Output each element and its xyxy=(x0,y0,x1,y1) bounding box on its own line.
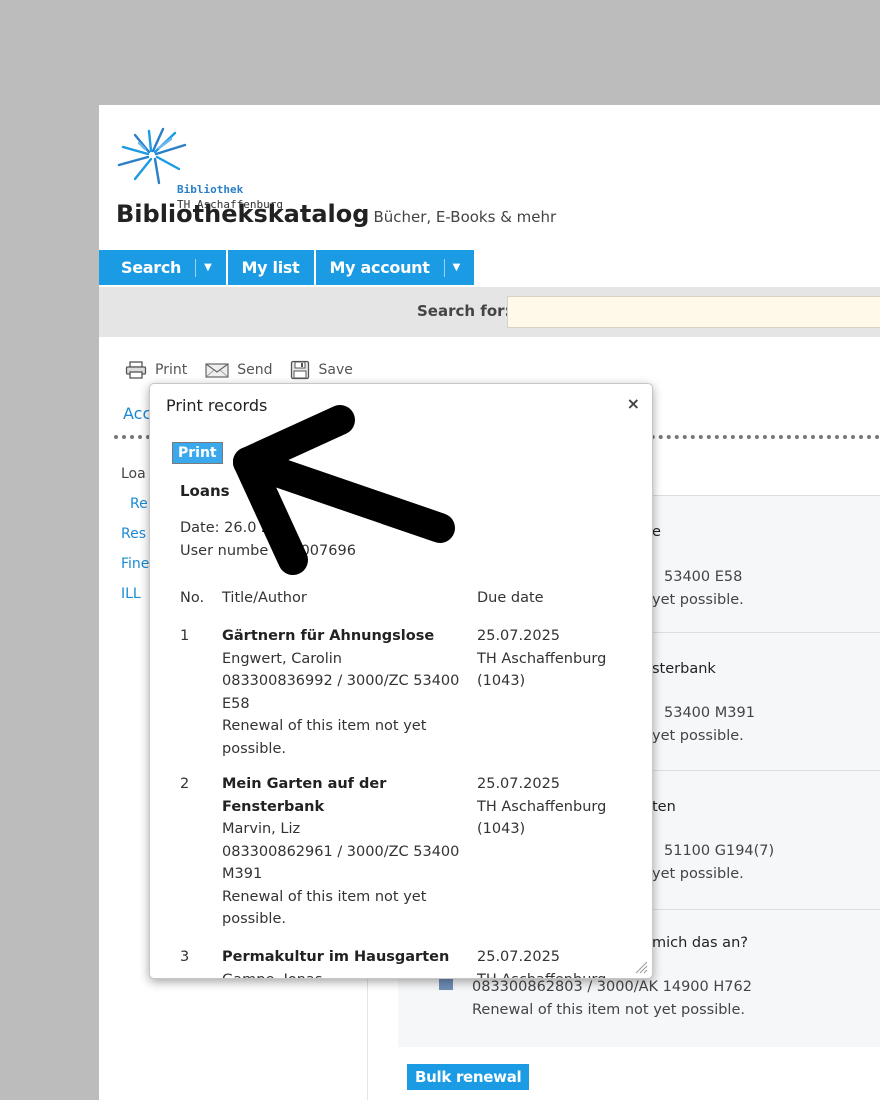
search-input[interactable] xyxy=(507,296,880,328)
site-subtitle: Bücher, E-Books & mehr xyxy=(373,208,557,226)
table-row: Permakultur im Hausgarten Gampe, Jonas xyxy=(222,946,467,979)
record-note: Renewal of this item not yet xyxy=(222,888,427,905)
nav-search-dropdown-icon[interactable]: ▼ xyxy=(195,258,212,277)
due-date: 25.07.2025 xyxy=(477,628,561,644)
user-number: User numbe 330007696 xyxy=(180,543,356,559)
account-tab[interactable]: Acc xyxy=(123,404,151,423)
record-signature-cont: M391 xyxy=(222,866,263,882)
record-author: Engwert, Carolin xyxy=(222,650,342,667)
col-header-due: Due date xyxy=(477,590,544,606)
list-item-signature: 51100 G194(7) xyxy=(664,843,775,859)
nav-my-account-label: My account xyxy=(329,258,430,277)
record-author: Marvin, Liz xyxy=(222,821,301,837)
library-logo[interactable]: Bibliothek TH Aschaffenburg xyxy=(115,125,285,211)
record-title: Gärtnern für Ahnungslose xyxy=(222,628,435,644)
branch: TH Aschaffenburg xyxy=(477,650,607,667)
sidebar-item-renewals[interactable]: Re xyxy=(130,496,148,512)
record-due: 25.07.2025 TH Aschaffenburg (1043) xyxy=(477,625,606,693)
save-action-label: Save xyxy=(318,362,353,378)
record-note-cont: possible. xyxy=(222,740,286,757)
record-author: Gampe, Jonas xyxy=(222,969,467,979)
floppy-disk-icon xyxy=(291,360,310,380)
printer-icon xyxy=(125,361,147,379)
list-item-title[interactable]: mich das an? xyxy=(652,935,748,951)
record-signature-cont: E58 xyxy=(222,695,250,712)
main-nav: Search ▼ My list My account ▼ xyxy=(99,250,476,285)
print-action-label: Print xyxy=(155,362,188,378)
col-header-no: No. xyxy=(180,590,205,606)
loans-heading: Loans xyxy=(180,482,230,500)
branch-code: (1043) xyxy=(477,821,526,837)
site-title: Bibliothekskatalog Bücher, E-Books & mehr xyxy=(116,200,556,228)
record-note: Renewal of this item not yet xyxy=(222,718,427,734)
bulk-renewal-button[interactable]: Bulk renewal xyxy=(407,1064,530,1090)
search-label: Search for: xyxy=(417,302,511,320)
record-toolbar: Print Send Save xyxy=(125,360,371,380)
branch: TH Aschaffenburg xyxy=(477,969,606,979)
row-number: 2 xyxy=(180,776,190,792)
close-icon[interactable]: × xyxy=(627,394,640,413)
list-item-note: Renewal of this item not yet possible. xyxy=(472,1002,745,1018)
table-row: Mein Garten auf der Fensterbank Marvin, … xyxy=(222,773,467,931)
print-records-dialog: Print records × Print Loans Date: 26.0 2… xyxy=(149,383,653,979)
list-item-note: yet possible. xyxy=(652,728,744,744)
branch-code: (1043) xyxy=(477,673,526,689)
resize-grip-icon[interactable] xyxy=(634,960,648,974)
nav-account-dropdown-icon[interactable]: ▼ xyxy=(443,258,460,277)
envelope-icon xyxy=(205,363,229,378)
record-due: 25.07.2025 TH Aschaffenburg xyxy=(477,946,606,979)
record-title: Mein Garten auf der xyxy=(222,776,387,792)
logo-burst-icon xyxy=(117,127,187,185)
site-title-main: Bibliothekskatalog xyxy=(116,200,370,228)
col-header-title: Title/Author xyxy=(222,590,307,606)
send-action[interactable]: Send xyxy=(205,360,272,380)
nav-search[interactable]: Search ▼ xyxy=(99,250,226,285)
nav-my-list-label: My list xyxy=(241,258,300,277)
record-title-cont: Fensterbank xyxy=(222,798,325,815)
list-item-note: yet possible. xyxy=(652,866,744,882)
print-date: Date: 26.0 25 xyxy=(180,520,280,536)
record-note-cont: possible. xyxy=(222,911,286,927)
nav-search-label: Search xyxy=(121,258,182,277)
print-action[interactable]: Print xyxy=(125,360,187,380)
list-item-note: yet possible. xyxy=(652,592,744,608)
book-icon xyxy=(439,978,453,990)
search-bar: Search for: xyxy=(99,287,880,337)
record-due: 25.07.2025 TH Aschaffenburg (1043) xyxy=(477,773,606,841)
record-title: Permakultur im Hausgarten xyxy=(222,949,450,965)
list-item-signature: 083300862803 / 3000/AK 14900 H762 xyxy=(472,979,752,995)
list-item-title[interactable]: e xyxy=(652,524,661,540)
list-item-signature: 53400 E58 xyxy=(664,569,743,585)
save-action[interactable]: Save xyxy=(290,360,353,380)
table-row: Gärtnern für Ahnungslose Engwert, Caroli… xyxy=(222,625,467,760)
nav-my-list[interactable]: My list xyxy=(227,250,314,285)
sidebar-item-reservations[interactable]: Res xyxy=(121,526,146,542)
row-number: 1 xyxy=(180,628,190,644)
logo-line-1: Bibliothek xyxy=(177,183,244,196)
list-item-title[interactable]: sterbank xyxy=(652,661,716,677)
send-action-label: Send xyxy=(237,362,273,378)
record-signature: 083300836992 / 3000/ZC 53400 xyxy=(222,673,460,689)
list-item-signature: 53400 M391 xyxy=(664,705,755,721)
due-date: 25.07.2025 xyxy=(477,949,561,965)
sidebar-item-loans[interactable]: Loa xyxy=(121,466,146,482)
branch: TH Aschaffenburg xyxy=(477,798,607,815)
sidebar-item-fines[interactable]: Fine xyxy=(121,556,149,572)
dialog-title: Print records xyxy=(166,396,268,415)
row-number: 3 xyxy=(180,949,190,965)
due-date: 25.07.2025 xyxy=(477,776,561,792)
print-button[interactable]: Print xyxy=(172,442,223,464)
list-item-title[interactable]: ten xyxy=(652,799,676,815)
record-signature: 083300862961 / 3000/ZC 53400 xyxy=(222,843,460,860)
nav-my-account[interactable]: My account ▼ xyxy=(315,250,475,285)
sidebar-item-ill[interactable]: ILL xyxy=(121,586,141,602)
